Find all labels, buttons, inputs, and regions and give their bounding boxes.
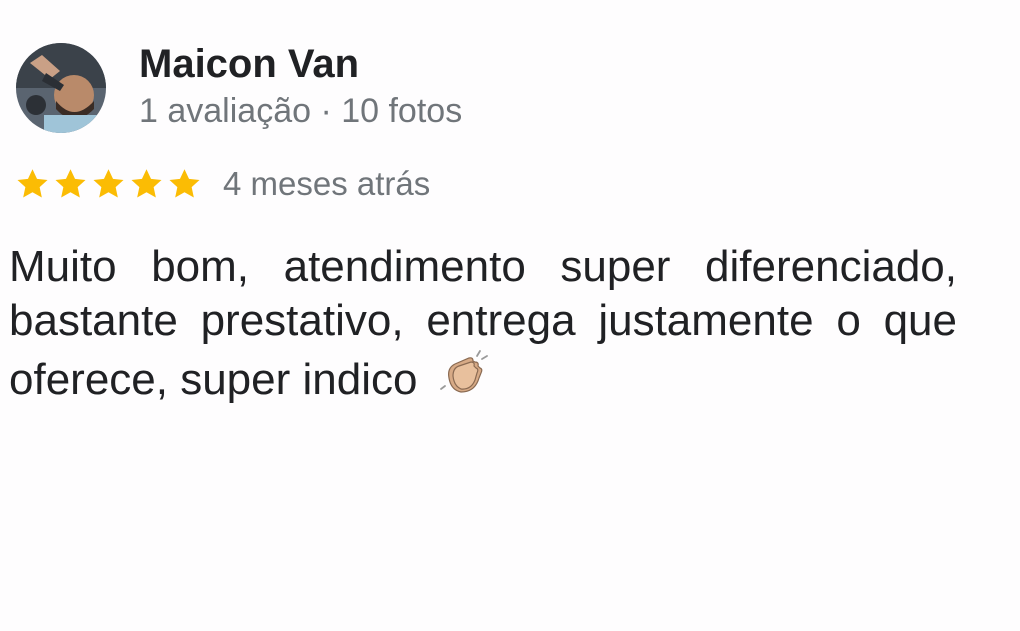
clapping-hands-icon [439,348,489,398]
star-icon [129,167,164,202]
review-body: Muito bom, atendimento super diferenciad… [9,240,957,407]
reviewer-name[interactable]: Maicon Van [139,40,359,88]
star-icon [167,167,202,202]
star-icon [91,167,126,202]
star-icon [15,167,50,202]
reviewer-avatar[interactable] [16,43,106,133]
review-timestamp: 4 meses atrás [223,165,431,202]
star-icon [53,167,88,202]
rating-row: 4 meses atrás [15,163,430,205]
reviewer-meta: 1 avaliação · 10 fotos [139,92,463,130]
profile-photo [16,43,106,133]
review-card: Maicon Van 1 avaliação · 10 fotos 4 mese… [0,0,1020,631]
star-rating [15,167,202,202]
